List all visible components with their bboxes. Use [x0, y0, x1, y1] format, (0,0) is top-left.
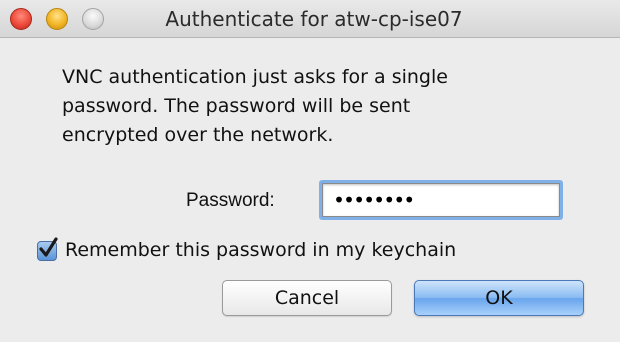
- remember-checkbox[interactable]: [37, 236, 58, 261]
- auth-message: VNC authentication just asks for a singl…: [62, 63, 582, 150]
- ok-button[interactable]: OK: [414, 280, 584, 316]
- auth-message-line: encrypted over the network.: [62, 124, 334, 146]
- auth-message-line: password. The password will be sent: [62, 95, 411, 117]
- window-title: Authenticate for atw-cp-ise07: [165, 7, 463, 31]
- title-bar: Authenticate for atw-cp-ise07: [0, 0, 620, 38]
- remember-checkbox-label[interactable]: Remember this password in my keychain: [65, 239, 456, 261]
- cancel-button[interactable]: Cancel: [222, 280, 392, 316]
- password-field[interactable]: ••••••••: [322, 183, 560, 217]
- checkmark-icon: [39, 236, 58, 257]
- auth-message-line: VNC authentication just asks for a singl…: [62, 66, 448, 88]
- remember-password-option[interactable]: Remember this password in my keychain: [37, 236, 456, 263]
- password-label: Password:: [186, 190, 275, 211]
- authentication-dialog: Authenticate for atw-cp-ise07 VNC authen…: [0, 0, 620, 342]
